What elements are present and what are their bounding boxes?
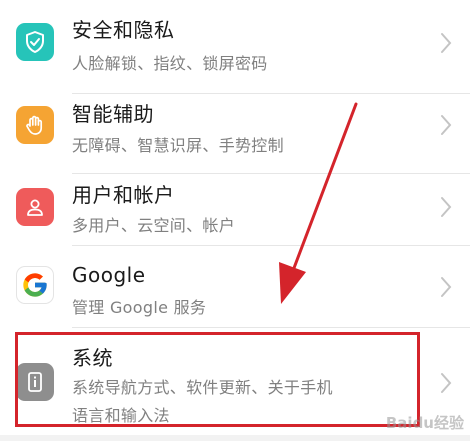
settings-item-users-accounts[interactable]: 用户和帐户 多用户、云空间、帐户 [0, 174, 470, 246]
watermark: Baidu经验 [385, 414, 464, 432]
chevron-right-icon [441, 197, 452, 217]
settings-item-smart-assist[interactable]: 智能辅助 无障碍、智慧识屏、手势控制 [0, 94, 470, 174]
item-title: 安全和隐私 [72, 18, 175, 42]
chevron-right-icon [441, 373, 452, 393]
item-title: Google [72, 263, 146, 287]
chevron-right-icon [441, 33, 452, 53]
chevron-right-icon [441, 115, 452, 135]
hand-icon [16, 106, 54, 144]
highlight-box [15, 332, 420, 427]
settings-item-google[interactable]: Google 管理 Google 服务 [0, 246, 470, 328]
item-title: 用户和帐户 [72, 183, 175, 207]
google-icon [16, 266, 54, 304]
item-subtitle: 多用户、云空间、帐户 [72, 216, 236, 235]
item-subtitle: 人脸解锁、指纹、锁屏密码 [72, 54, 268, 73]
item-subtitle: 无障碍、智慧识屏、手势控制 [72, 136, 284, 155]
item-subtitle: 管理 Google 服务 [72, 298, 207, 317]
bottom-bar [0, 435, 470, 441]
user-icon [16, 188, 54, 226]
item-title: 智能辅助 [72, 102, 154, 126]
settings-item-security-privacy[interactable]: 安全和隐私 人脸解锁、指纹、锁屏密码 [0, 0, 470, 94]
settings-page: 安全和隐私 人脸解锁、指纹、锁屏密码 智能辅助 无障碍、智慧识屏、手势控制 用户… [0, 0, 470, 441]
chevron-right-icon [441, 277, 452, 297]
shield-icon [16, 23, 54, 61]
